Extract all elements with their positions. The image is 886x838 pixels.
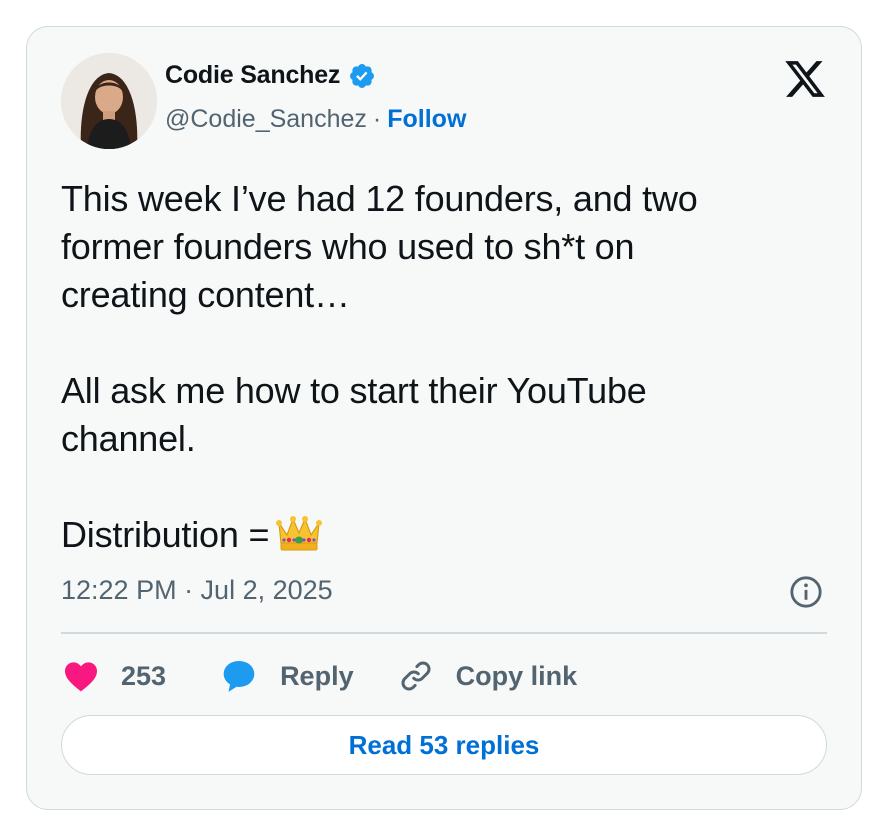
divider: [61, 632, 827, 634]
tweet-timestamp[interactable]: 12:22 PM · Jul 2, 2025: [61, 575, 333, 606]
author-name-row: Codie Sanchez: [165, 61, 376, 90]
heart-icon: [63, 660, 99, 692]
reply-button[interactable]: Reply: [220, 658, 354, 694]
avatar[interactable]: [61, 53, 157, 149]
speech-bubble-icon: [220, 658, 258, 694]
verified-badge-icon: [348, 62, 376, 90]
tweet-body: This week I’ve had 12 founders, and two …: [61, 175, 821, 565]
author-handle[interactable]: @Codie_Sanchez: [165, 105, 367, 134]
crown-emoji: [275, 513, 323, 565]
follow-button[interactable]: Follow: [387, 105, 466, 134]
x-logo-icon[interactable]: [783, 57, 827, 101]
tweet-card: Codie Sanchez @Codie_Sanchez · Follow Th…: [26, 26, 862, 810]
like-count: 253: [121, 660, 167, 691]
like-button[interactable]: 253: [63, 660, 166, 692]
author-handle-row: @Codie_Sanchez · Follow: [165, 105, 466, 134]
author-name[interactable]: Codie Sanchez: [165, 61, 340, 90]
separator-dot: ·: [372, 105, 382, 133]
reply-label: Reply: [280, 660, 354, 691]
read-replies-button[interactable]: Read 53 replies: [61, 715, 827, 775]
tweet-text: This week I’ve had 12 founders, and two …: [61, 178, 698, 555]
action-bar: 253 Reply Copy link: [63, 651, 577, 701]
info-icon[interactable]: [789, 575, 823, 609]
copy-link-button[interactable]: Copy link: [398, 658, 578, 694]
copy-link-label: Copy link: [455, 660, 578, 691]
link-icon: [398, 658, 434, 694]
